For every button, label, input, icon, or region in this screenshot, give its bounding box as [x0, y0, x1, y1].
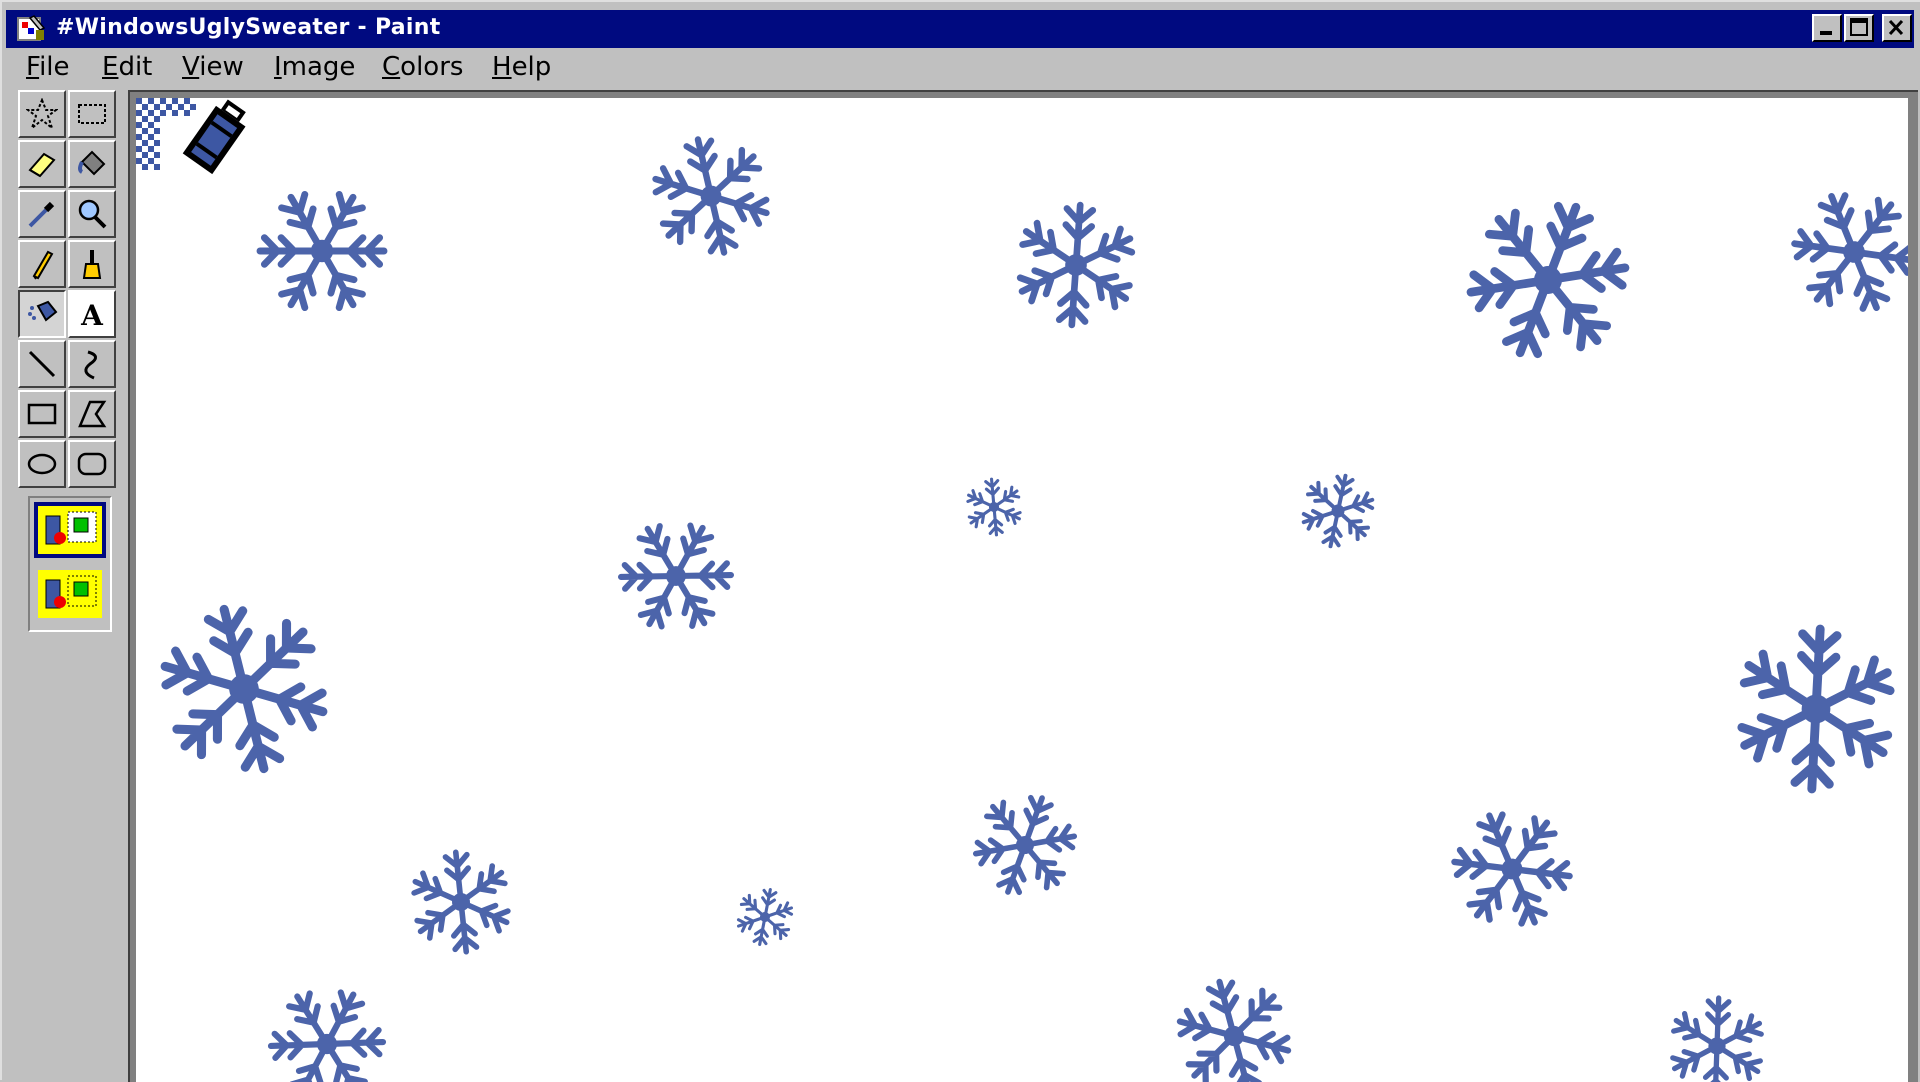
tool-fill[interactable]: [68, 140, 116, 188]
line-icon: [28, 350, 56, 378]
rectangle-icon: [27, 403, 57, 425]
tool-brush[interactable]: [68, 240, 116, 288]
curve-icon: [84, 350, 97, 380]
menu-help-label: elp: [511, 52, 552, 82]
paint-app-icon[interactable]: [16, 14, 48, 44]
snowflake: [1670, 995, 1764, 1082]
menu-edit-accel: E: [102, 52, 119, 82]
snowflake: [267, 989, 387, 1082]
tool-free-form-select[interactable]: [18, 90, 66, 138]
tool-rectangle[interactable]: [18, 390, 66, 438]
drawing-canvas[interactable]: [136, 98, 1908, 1082]
tool-pencil[interactable]: [18, 240, 66, 288]
snowflake: [1016, 201, 1136, 329]
minimize-icon: [1820, 31, 1832, 35]
title-bar[interactable]: #WindowsUglySweater - Paint: [6, 10, 1914, 48]
rect-select-icon: [78, 104, 106, 124]
svg-text:A: A: [80, 299, 104, 330]
snowflake: [1466, 201, 1630, 359]
tool-polygon[interactable]: [68, 390, 116, 438]
maximize-button[interactable]: [1844, 14, 1874, 42]
close-icon: [1888, 19, 1904, 36]
tool-rounded-rect[interactable]: [68, 440, 116, 488]
text-icon: A: [80, 299, 104, 330]
snowflake: [652, 136, 770, 256]
menu-colors-accel: C: [382, 52, 401, 82]
tool-eraser[interactable]: [18, 140, 66, 188]
menu-view-accel: V: [182, 52, 200, 82]
menu-edit-label: dit: [118, 52, 153, 82]
snowflake: [1791, 192, 1908, 312]
tool-options: [28, 496, 112, 632]
snowflake: [966, 477, 1022, 537]
polygon-icon: [78, 400, 107, 428]
snowflake: [1176, 978, 1292, 1082]
snowflake: [972, 794, 1078, 896]
menu-view-label: iew: [199, 52, 244, 82]
tool-curve[interactable]: [68, 340, 116, 388]
magnifier-icon: [78, 199, 107, 229]
tool-airbrush[interactable]: [18, 290, 66, 338]
menu-image[interactable]: Image: [274, 52, 355, 82]
paint-window: #WindowsUglySweater - Paint File Edit Vi…: [0, 0, 1920, 1082]
eraser-icon: [28, 152, 56, 178]
menu-file[interactable]: File: [26, 52, 70, 82]
menu-colors-label: olors: [400, 52, 464, 82]
snowflake-layer: [160, 136, 1908, 1082]
snowflake: [160, 604, 328, 774]
close-button[interactable]: [1882, 14, 1912, 42]
tool-text[interactable]: A: [68, 290, 116, 338]
menu-help[interactable]: Help: [492, 52, 551, 82]
ellipse-icon: [27, 453, 57, 475]
tool-color-picker[interactable]: [18, 190, 66, 238]
brush-icon: [82, 250, 102, 279]
color-picker-icon: [28, 201, 55, 228]
airbrush-cursor-icon: [136, 98, 246, 175]
menu-view[interactable]: View: [182, 52, 244, 82]
tool-ellipse[interactable]: [18, 440, 66, 488]
snowflake: [736, 888, 794, 946]
tool-rect-select[interactable]: [68, 90, 116, 138]
menu-file-accel: F: [26, 52, 40, 82]
snowflake: [1737, 624, 1895, 794]
minimize-button[interactable]: [1812, 14, 1842, 42]
snowflake: [256, 190, 388, 312]
rounded-rect-icon: [77, 452, 107, 476]
menu-help-accel: H: [492, 52, 512, 82]
maximize-icon: [1850, 18, 1868, 36]
snowflake: [1301, 473, 1375, 549]
snowflake: [411, 849, 511, 955]
menu-image-label: mage: [281, 52, 356, 82]
pencil-icon: [32, 250, 54, 280]
tool-magnifier[interactable]: [68, 190, 116, 238]
menu-file-label: ile: [39, 52, 70, 82]
menu-colors[interactable]: Colors: [382, 52, 463, 82]
fill-icon: [78, 150, 106, 176]
free-form-select-icon: [26, 98, 58, 130]
tool-line[interactable]: [18, 340, 66, 388]
snowflake: [1451, 811, 1573, 927]
opaque-option-icon[interactable]: [34, 502, 106, 558]
snowflake: [617, 522, 735, 630]
transparent-option-icon[interactable]: [34, 566, 106, 622]
menu-bar: File Edit View Image Colors Help: [6, 48, 1914, 86]
menu-image-accel: I: [274, 52, 282, 82]
airbrush-icon: [28, 300, 58, 322]
window-title: #WindowsUglySweater - Paint: [56, 15, 441, 40]
menu-edit[interactable]: Edit: [102, 52, 152, 82]
